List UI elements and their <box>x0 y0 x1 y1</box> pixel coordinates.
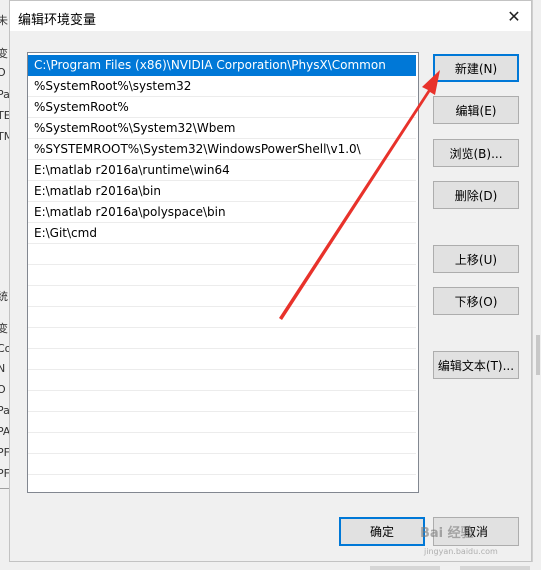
empty-row[interactable] <box>28 349 416 370</box>
browse-button[interactable]: 浏览(B)... <box>433 139 519 167</box>
empty-row[interactable] <box>28 391 416 412</box>
edit-button[interactable]: 编辑(E) <box>433 96 519 124</box>
list-item[interactable]: %SystemRoot%\system32 <box>28 76 416 97</box>
background-text: O <box>0 66 6 79</box>
empty-row[interactable] <box>28 370 416 391</box>
empty-row[interactable] <box>28 328 416 349</box>
empty-row[interactable] <box>28 412 416 433</box>
edit-env-variable-dialog: 编辑环境变量 ✕ C:\Program Files (x86)\NVIDIA C… <box>9 0 532 562</box>
background-text: O <box>0 383 6 396</box>
background-text: N <box>0 362 5 375</box>
watermark-logo: Bai 经验 <box>420 526 474 541</box>
empty-row[interactable] <box>28 244 416 265</box>
list-item[interactable]: E:\Git\cmd <box>28 223 416 244</box>
delete-button[interactable]: 删除(D) <box>433 181 519 209</box>
watermark-url: jingyan.baidu.com <box>424 547 498 556</box>
empty-row[interactable] <box>28 307 416 328</box>
background-bottom-segment <box>370 566 440 570</box>
path-list[interactable]: C:\Program Files (x86)\NVIDIA Corporatio… <box>27 52 419 493</box>
dialog-title: 编辑环境变量 <box>18 13 97 28</box>
list-item[interactable]: %SystemRoot%\System32\Wbem <box>28 118 416 139</box>
empty-row[interactable] <box>28 475 416 492</box>
list-item[interactable]: C:\Program Files (x86)\NVIDIA Corporatio… <box>28 55 416 76</box>
edit-text-button[interactable]: 编辑文本(T)... <box>433 351 519 379</box>
list-item[interactable]: %SYSTEMROOT%\System32\WindowsPowerShell\… <box>28 139 416 160</box>
list-item[interactable]: E:\matlab r2016a\polyspace\bin <box>28 202 416 223</box>
background-text: 变 <box>0 320 8 336</box>
background-divider <box>0 488 9 489</box>
empty-row[interactable] <box>28 433 416 454</box>
titlebar: 编辑环境变量 ✕ <box>10 1 531 31</box>
ok-button[interactable]: 确定 <box>339 517 425 546</box>
background-window-bottom <box>0 562 541 570</box>
background-text: 变 <box>0 45 8 61</box>
move-down-button[interactable]: 下移(O) <box>433 287 519 315</box>
empty-row[interactable] <box>28 286 416 307</box>
list-item[interactable]: %SystemRoot% <box>28 97 416 118</box>
background-text: 未 <box>0 12 8 28</box>
background-bottom-segment <box>460 566 530 570</box>
close-icon[interactable]: ✕ <box>503 5 525 27</box>
list-item[interactable]: E:\matlab r2016a\bin <box>28 181 416 202</box>
background-scrollbar <box>532 0 541 570</box>
list-item[interactable]: E:\matlab r2016a\runtime\win64 <box>28 160 416 181</box>
move-up-button[interactable]: 上移(U) <box>433 245 519 273</box>
empty-row[interactable] <box>28 454 416 475</box>
empty-row[interactable] <box>28 265 416 286</box>
background-text: 统 <box>0 288 8 304</box>
background-scrollbar-thumb <box>536 335 540 375</box>
new-button[interactable]: 新建(N) <box>433 54 519 82</box>
